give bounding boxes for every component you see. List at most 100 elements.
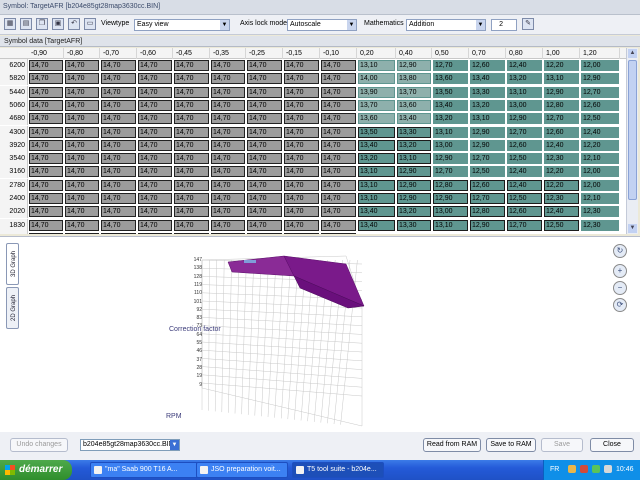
table-cell[interactable]: 12,50 — [507, 153, 542, 165]
table-cell[interactable]: 14,70 — [174, 73, 209, 85]
grid-icon[interactable]: ▦ — [4, 18, 16, 30]
table-cell[interactable]: 14,70 — [174, 153, 209, 165]
table-cell[interactable]: 14,70 — [138, 232, 172, 234]
table-cell[interactable]: 14,70 — [65, 126, 99, 138]
table-cell[interactable]: 14,70 — [174, 86, 209, 98]
table-cell[interactable]: 12,40 — [544, 139, 579, 151]
zoom-in-icon[interactable]: + — [613, 264, 627, 278]
chart-icon[interactable]: ▤ — [20, 18, 32, 30]
tray-icon[interactable] — [568, 465, 576, 473]
table-cell[interactable]: 14,70 — [247, 139, 282, 151]
table-cell[interactable]: 14,70 — [29, 60, 63, 71]
table-cell[interactable]: 14,70 — [65, 99, 99, 111]
table-cell[interactable]: 14,70 — [29, 126, 63, 138]
chevron-down-icon[interactable]: ▼ — [170, 440, 179, 450]
table-cell[interactable]: 13,70 — [397, 86, 431, 98]
table-cell[interactable]: 14,70 — [29, 206, 63, 218]
table-cell[interactable]: 14,70 — [321, 126, 356, 138]
table-cell[interactable]: 14,70 — [65, 139, 99, 151]
taskbar-item-jso[interactable]: JSO preparation voit... — [196, 462, 288, 478]
table-cell[interactable]: 13,00 — [507, 99, 542, 111]
table-cell[interactable]: 14,70 — [247, 73, 282, 85]
table-cell[interactable]: 14,70 — [101, 86, 136, 98]
mathematics-select[interactable]: Addition ▼ — [406, 19, 486, 31]
table-cell[interactable]: 14,70 — [65, 60, 99, 71]
table-cell[interactable]: 12,90 — [433, 193, 468, 204]
table-cell[interactable]: 12,60 — [470, 60, 505, 71]
table-cell[interactable]: 14,70 — [174, 193, 209, 204]
table-cell[interactable]: 13,20 — [507, 73, 542, 85]
table-cell[interactable]: 14,70 — [174, 219, 209, 231]
table-cell[interactable]: 12,60 — [507, 139, 542, 151]
table-cell[interactable]: 12,00 — [581, 166, 619, 178]
table-cell[interactable]: 14,70 — [247, 206, 282, 218]
table-cell[interactable]: 14,70 — [174, 126, 209, 138]
table-cell[interactable]: 14,70 — [65, 73, 99, 85]
table-cell[interactable]: 13,40 — [358, 219, 395, 231]
tab-2d-graph[interactable]: 2D Graph — [6, 287, 19, 329]
tray-icon[interactable] — [604, 465, 612, 473]
copy-icon[interactable]: ❐ — [36, 18, 48, 30]
table-cell[interactable]: 14,70 — [174, 206, 209, 218]
table-cell[interactable]: 14,70 — [321, 139, 356, 151]
table-cell[interactable]: 12,40 — [544, 206, 579, 218]
table-cell[interactable]: 14,70 — [211, 206, 245, 218]
table-cell[interactable]: 14,70 — [321, 153, 356, 165]
chevron-down-icon[interactable]: ▼ — [347, 20, 356, 30]
table-cell[interactable]: 12,90 — [397, 60, 431, 71]
viewtype-select[interactable]: Easy view ▼ — [134, 19, 230, 31]
table-cell[interactable]: 14,70 — [247, 166, 282, 178]
chevron-down-icon[interactable]: ▼ — [220, 20, 229, 30]
table-cell[interactable]: 14,70 — [138, 99, 172, 111]
table-cell[interactable]: 12,80 — [433, 179, 468, 191]
table-cell[interactable]: 12,30 — [581, 219, 619, 231]
table-cell[interactable]: 14,70 — [211, 73, 245, 85]
table-cell[interactable]: 12,70 — [433, 166, 468, 178]
table-cell[interactable]: 13,80 — [397, 73, 431, 85]
table-cell[interactable]: 14,70 — [29, 219, 63, 231]
table-cell[interactable]: 12,90 — [433, 153, 468, 165]
table-cell[interactable]: 12,70 — [507, 126, 542, 138]
table-cell[interactable]: 14,70 — [101, 153, 136, 165]
table-cell[interactable]: 12,70 — [507, 219, 542, 231]
table-cell[interactable]: 14,70 — [101, 206, 136, 218]
table-cell[interactable]: 12,80 — [470, 206, 505, 218]
table-cell[interactable]: 14,70 — [29, 113, 63, 125]
table-cell[interactable]: 12,80 — [544, 99, 579, 111]
table-cell[interactable]: 12,40 — [507, 166, 542, 178]
table-cell[interactable]: 14,70 — [174, 232, 209, 234]
start-button[interactable]: démarrer — [0, 460, 72, 480]
table-cell[interactable]: 14,70 — [284, 139, 319, 151]
table-cell[interactable]: 14,70 — [65, 113, 99, 125]
table-cell[interactable]: 14,70 — [247, 113, 282, 125]
scrollbar-thumb[interactable] — [628, 60, 637, 200]
table-cell[interactable]: 12,90 — [470, 126, 505, 138]
table-cell[interactable]: 12,30 — [581, 206, 619, 218]
table-cell[interactable]: 12,60 — [470, 179, 505, 191]
table-cell[interactable]: 14,70 — [174, 99, 209, 111]
taskbar-item-t5[interactable]: T5 tool suite - b204e... — [292, 462, 384, 478]
table-cell[interactable]: 14,70 — [211, 126, 245, 138]
table-cell[interactable]: 13,10 — [433, 126, 468, 138]
table-cell[interactable]: 14,70 — [101, 60, 136, 71]
table-cell[interactable]: 14,70 — [211, 166, 245, 178]
table-cell[interactable]: 13,10 — [358, 166, 395, 178]
table-cell[interactable]: 13,10 — [358, 193, 395, 204]
table-cell[interactable]: 14,70 — [284, 60, 319, 71]
table-cell[interactable]: 13,20 — [397, 206, 431, 218]
table-cell[interactable]: 12,40 — [507, 179, 542, 191]
table-cell[interactable]: 14,70 — [211, 179, 245, 191]
table-cell[interactable]: 12,70 — [470, 153, 505, 165]
table-cell[interactable]: 14,70 — [284, 126, 319, 138]
table-cell[interactable]: 13,50 — [358, 126, 395, 138]
table-cell[interactable]: 13,40 — [433, 99, 468, 111]
tray-icon[interactable] — [592, 465, 600, 473]
table-cell[interactable]: 12,20 — [544, 179, 579, 191]
table-cell[interactable]: 14,70 — [101, 73, 136, 85]
table-cell[interactable]: 13,90 — [358, 86, 395, 98]
table-cell[interactable]: 14,70 — [101, 99, 136, 111]
table-cell[interactable]: 13,20 — [433, 113, 468, 125]
table-cell[interactable]: 14,70 — [211, 219, 245, 231]
table-cell[interactable]: 14,70 — [247, 219, 282, 231]
rotate-icon[interactable]: ↻ — [613, 244, 627, 258]
